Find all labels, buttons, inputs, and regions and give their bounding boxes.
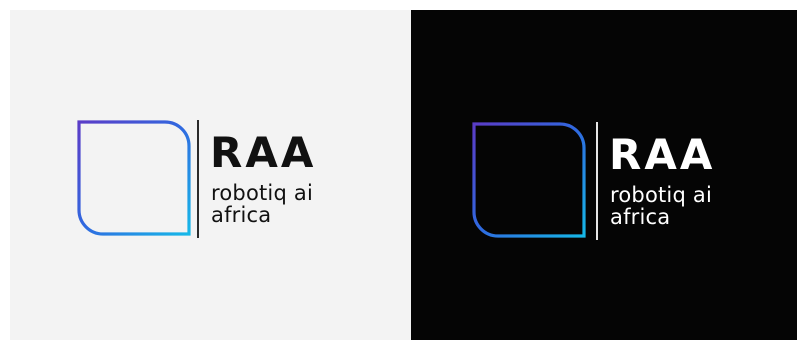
brand-abbreviation: RAA xyxy=(609,130,716,179)
brand-tagline: robotiq ai africa xyxy=(610,184,712,228)
tagline-line-1: robotiq ai xyxy=(610,183,712,207)
brand-tagline: robotiq ai africa xyxy=(211,182,313,226)
africa-map-emblem-icon xyxy=(472,122,586,238)
logo-divider xyxy=(197,120,199,238)
brand-abbreviation: RAA xyxy=(210,128,317,177)
logo-panel-dark: RAA robotiq ai africa xyxy=(411,10,797,340)
logo-panel-light: RAA robotiq ai africa xyxy=(10,10,411,340)
tagline-line-2: africa xyxy=(610,205,671,229)
africa-map-emblem-icon xyxy=(77,120,191,236)
tagline-line-2: africa xyxy=(211,203,272,227)
tagline-line-1: robotiq ai xyxy=(211,181,313,205)
logo-divider xyxy=(596,122,598,240)
